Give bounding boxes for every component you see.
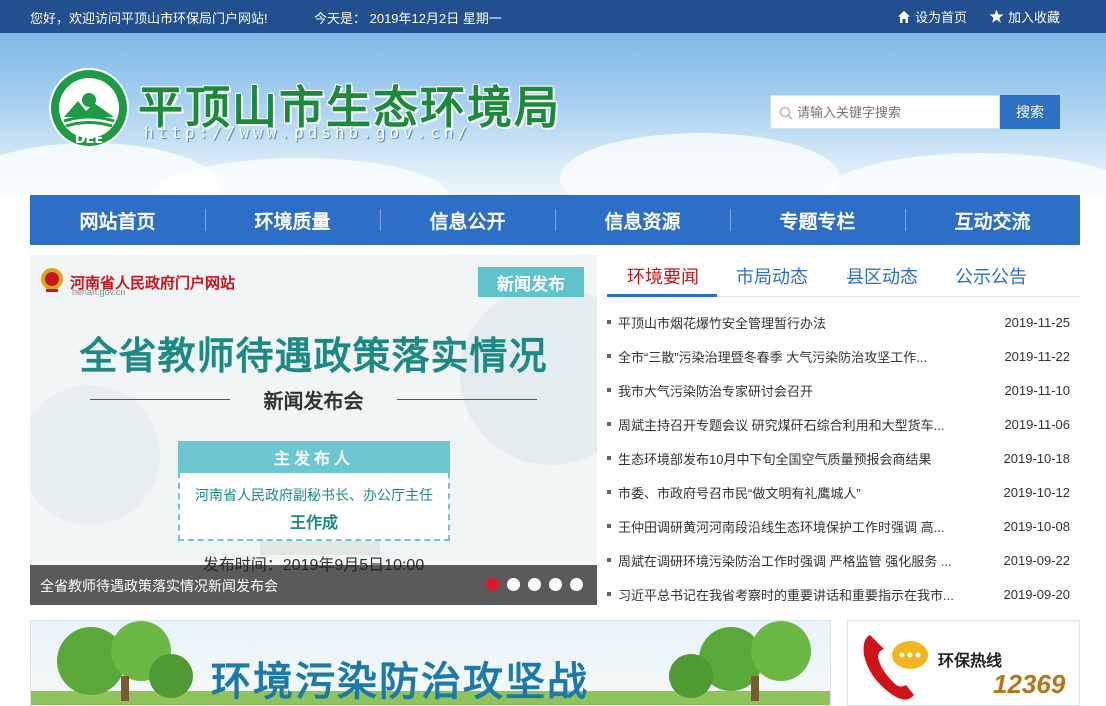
banner-text: 环境污染防治攻坚战 (211, 660, 589, 704)
news-tabs: 环境要闻 市局动态 县区动态 公示公告 (607, 255, 1080, 297)
add-favorite-link[interactable]: 加入收藏 (989, 7, 1060, 26)
hotline-box[interactable]: 环保热线 12369 (847, 620, 1080, 706)
news-title[interactable]: 习近平总书记在我省考察时的重要讲话和重要指示在我市... (618, 585, 978, 604)
divider-line (397, 399, 537, 400)
news-date: 2019-11-06 (1004, 416, 1070, 432)
news-title[interactable]: 平顶山市烟花爆竹安全管理暂行办法 (618, 313, 978, 332)
tab-environment-news[interactable]: 环境要闻 (627, 263, 699, 289)
news-slider[interactable]: 河南省人民政府门户网站 henan.gov.cn 新闻发布 全省教师待遇政策落实… (30, 255, 597, 605)
slide-subheadline-row: 新闻发布会 (90, 385, 537, 415)
bullet-icon (607, 422, 611, 426)
tab-county-news[interactable]: 县区动态 (846, 263, 918, 289)
home-icon (897, 10, 911, 24)
main-nav: 网站首页 环境质量 信息公开 信息资源 专题专栏 互动交流 (30, 195, 1080, 245)
presenter-name: 王作成 (289, 515, 338, 532)
hotline-label: 环保热线 (938, 653, 1003, 670)
nav-item-info-resources[interactable]: 信息资源 (555, 195, 730, 245)
news-item[interactable]: 生态环境部发布10月中下旬全国空气质量预报会商结果 2019-10-18 (607, 441, 1080, 475)
site-url: http://www.pdshb.gov.cn/ (144, 123, 472, 142)
nav-item-environment-quality[interactable]: 环境质量 (205, 195, 380, 245)
hotline-number: 12369 (993, 669, 1066, 699)
presenter-panel: 主发布人 河南省人民政府副秘书长、办公厅主任 王作成 (178, 441, 450, 541)
news-date: 2019-11-22 (1004, 348, 1070, 364)
bullet-icon (607, 388, 611, 392)
bullet-icon (607, 524, 611, 528)
news-title[interactable]: 周斌主持召开专题会议 研究煤矸石综合利用和大型货车... (618, 415, 978, 434)
news-title[interactable]: 生态环境部发布10月中下旬全国空气质量预报会商结果 (618, 449, 978, 468)
news-item[interactable]: 周斌在调研环境污染防治工作时强调 严格监管 强化服务 ... 2019-09-22 (607, 543, 1080, 577)
search-input[interactable] (797, 96, 997, 128)
welcome-text: 您好，欢迎访问平顶山市环保局门户网站! (30, 11, 268, 26)
search-box (770, 95, 1000, 129)
bullet-icon (607, 456, 611, 460)
top-links: 设为首页 加入收藏 (897, 7, 1060, 26)
news-list: 平顶山市烟花爆竹安全管理暂行办法 2019-11-25 全市“三散”污染治理暨冬春… (607, 305, 1080, 611)
news-item[interactable]: 平顶山市烟花爆竹安全管理暂行办法 2019-11-25 (607, 305, 1080, 339)
search-button[interactable]: 搜索 (1000, 95, 1060, 129)
search-bar: 搜索 (770, 95, 1060, 129)
news-date: 2019-10-12 (1003, 484, 1071, 500)
slide-tag: 新闻发布 (478, 267, 584, 297)
star-icon (989, 9, 1004, 24)
nav-item-info-disclosure[interactable]: 信息公开 (380, 195, 555, 245)
gov-portal-brand: 河南省人民政府门户网站 henan.gov.cn (40, 267, 235, 298)
add-favorite-label: 加入收藏 (1007, 10, 1060, 25)
slide-headline: 全省教师待遇政策落实情况 (79, 336, 548, 378)
presenter-panel-header: 主发布人 (178, 441, 450, 473)
top-bar: 您好，欢迎访问平顶山市环保局门户网站! 今天是： 2019年12月2日 星期一 … (0, 0, 1106, 33)
slide-dot-4[interactable] (549, 578, 562, 591)
national-emblem-icon (40, 267, 64, 298)
news-title[interactable]: 全市“三散”污染治理暨冬春季 大气污染防治攻坚工作... (618, 347, 978, 366)
news-item[interactable]: 王仲田调研黄河河南段沿线生态环境保护工作时强调 高... 2019-10-08 (607, 509, 1080, 543)
news-title[interactable]: 王仲田调研黄河河南段沿线生态环境保护工作时强调 高... (618, 517, 978, 536)
news-date: 2019-09-20 (1003, 586, 1071, 602)
news-panel: 环境要闻 市局动态 县区动态 公示公告 平顶山市烟花爆竹安全管理暂行办法 2019… (607, 255, 1080, 610)
cloud-decoration (560, 133, 840, 195)
presenter-role: 河南省人民政府副秘书长、办公厅主任 (195, 487, 433, 503)
news-date: 2019-10-08 (1003, 518, 1071, 534)
active-tab-underline (607, 294, 717, 297)
set-home-link[interactable]: 设为首页 (897, 7, 967, 26)
campaign-banner[interactable]: 环境污染防治攻坚战 (30, 620, 831, 706)
nav-item-special-topics[interactable]: 专题专栏 (730, 195, 905, 245)
svg-text:DEE: DEE (75, 132, 104, 147)
news-title[interactable]: 周斌在调研环境污染防治工作时强调 严格监管 强化服务 ... (618, 551, 978, 570)
bullet-icon (607, 354, 611, 358)
slide-dot-3[interactable] (528, 578, 541, 591)
site-header: DEE 平顶山市生态环境局 http://www.pdshb.gov.cn/ 搜… (0, 33, 1106, 195)
news-date: 2019-10-18 (1003, 450, 1071, 466)
slide-dot-5[interactable] (570, 578, 583, 591)
tab-bureau-news[interactable]: 市局动态 (736, 263, 808, 289)
tab-announcements[interactable]: 公示公告 (955, 263, 1027, 289)
bureau-logo[interactable]: DEE (48, 67, 130, 149)
gov-portal-domain: henan.gov.cn (72, 287, 126, 297)
news-item[interactable]: 市委、市政府号召市民“做文明有礼鹰城人” 2019-10-12 (607, 475, 1080, 509)
news-date: 2019-11-10 (1004, 382, 1070, 398)
news-title[interactable]: 我市大气污染防治专家研讨会召开 (618, 381, 978, 400)
set-home-label: 设为首页 (914, 10, 967, 25)
news-item[interactable]: 全市“三散”污染治理暨冬春季 大气污染防治攻坚工作... 2019-11-22 (607, 339, 1080, 373)
nav-item-interaction[interactable]: 互动交流 (905, 195, 1080, 245)
slide-dot-2[interactable] (507, 578, 520, 591)
bullet-icon (607, 490, 611, 494)
date-text: 今天是： 2019年12月2日 星期一 (314, 11, 502, 26)
news-item[interactable]: 习近平总书记在我省考察时的重要讲话和重要指示在我市... 2019-09-20 (607, 577, 1080, 611)
slide-caption-bar: 全省教师待遇政策落实情况新闻发布会 (30, 565, 597, 605)
news-item[interactable]: 我市大气污染防治专家研讨会召开 2019-11-10 (607, 373, 1080, 407)
bullet-icon (607, 592, 611, 596)
news-title[interactable]: 市委、市政府号召市民“做文明有礼鹰城人” (618, 483, 978, 502)
slide-dot-1[interactable] (486, 578, 499, 591)
news-date: 2019-09-22 (1003, 552, 1071, 568)
bullet-icon (607, 320, 611, 324)
news-date: 2019-11-25 (1004, 314, 1070, 330)
slide-caption[interactable]: 全省教师待遇政策落实情况新闻发布会 (40, 576, 278, 596)
nav-item-home[interactable]: 网站首页 (30, 195, 205, 245)
slide-dots (486, 578, 583, 591)
bullet-icon (607, 558, 611, 562)
news-item[interactable]: 周斌主持召开专题会议 研究煤矸石综合利用和大型货车... 2019-11-06 (607, 407, 1080, 441)
cloud-decoration (820, 153, 1106, 195)
